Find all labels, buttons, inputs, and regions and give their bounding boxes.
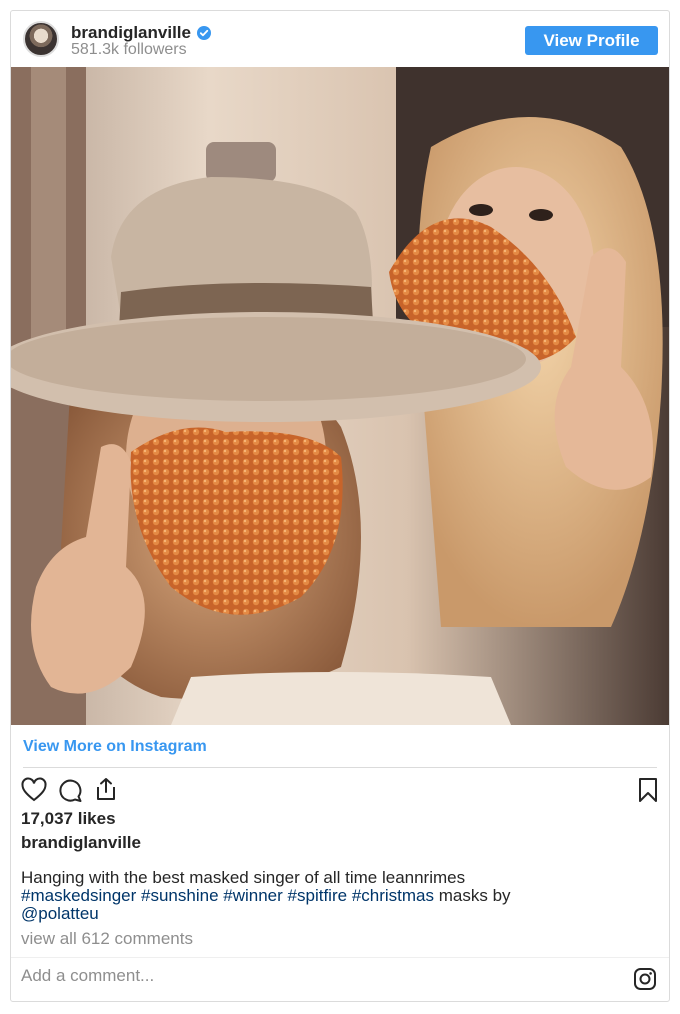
hashtag-link[interactable]: #spitfire [288,886,348,905]
caption-suffix: masks by [438,886,511,905]
view-more-link[interactable]: View More on Instagram [23,738,207,756]
likes-count[interactable]: 17,037 likes [21,809,116,829]
followers-count: 581.3k followers [71,41,187,58]
mention-link[interactable]: @polatteu [21,904,99,923]
comment-bar: Add a comment... [11,957,669,1001]
hashtag-link[interactable]: #christmas [352,886,434,905]
bookmark-icon[interactable] [635,777,661,803]
add-comment-input[interactable]: Add a comment... [21,966,154,986]
hashtag-link[interactable]: #winner [223,886,283,905]
hashtag-link[interactable]: #sunshine [141,886,219,905]
share-icon[interactable] [93,776,119,802]
divider [23,767,657,768]
post-caption: Hanging with the best masked singer of a… [21,869,641,923]
post-photo[interactable] [11,67,669,725]
hashtag-link[interactable]: #maskedsinger [21,886,136,905]
heart-icon[interactable] [21,777,47,803]
instagram-embed-card: brandiglanville 581.3k followers View Pr… [10,10,670,1002]
comment-bubble-icon[interactable] [57,777,83,803]
post-owner-username[interactable]: brandiglanville [21,833,141,853]
view-all-comments-link[interactable]: view all 612 comments [21,929,193,949]
post-header: brandiglanville 581.3k followers View Pr… [11,11,669,67]
avatar[interactable] [23,21,59,57]
caption-text: Hanging with the best masked singer of a… [21,868,466,887]
username-link[interactable]: brandiglanville [71,23,191,43]
verified-badge-icon [196,26,211,40]
view-profile-button[interactable]: View Profile [525,26,658,55]
instagram-logo-icon[interactable] [633,967,657,991]
username-row: brandiglanville [71,23,211,43]
